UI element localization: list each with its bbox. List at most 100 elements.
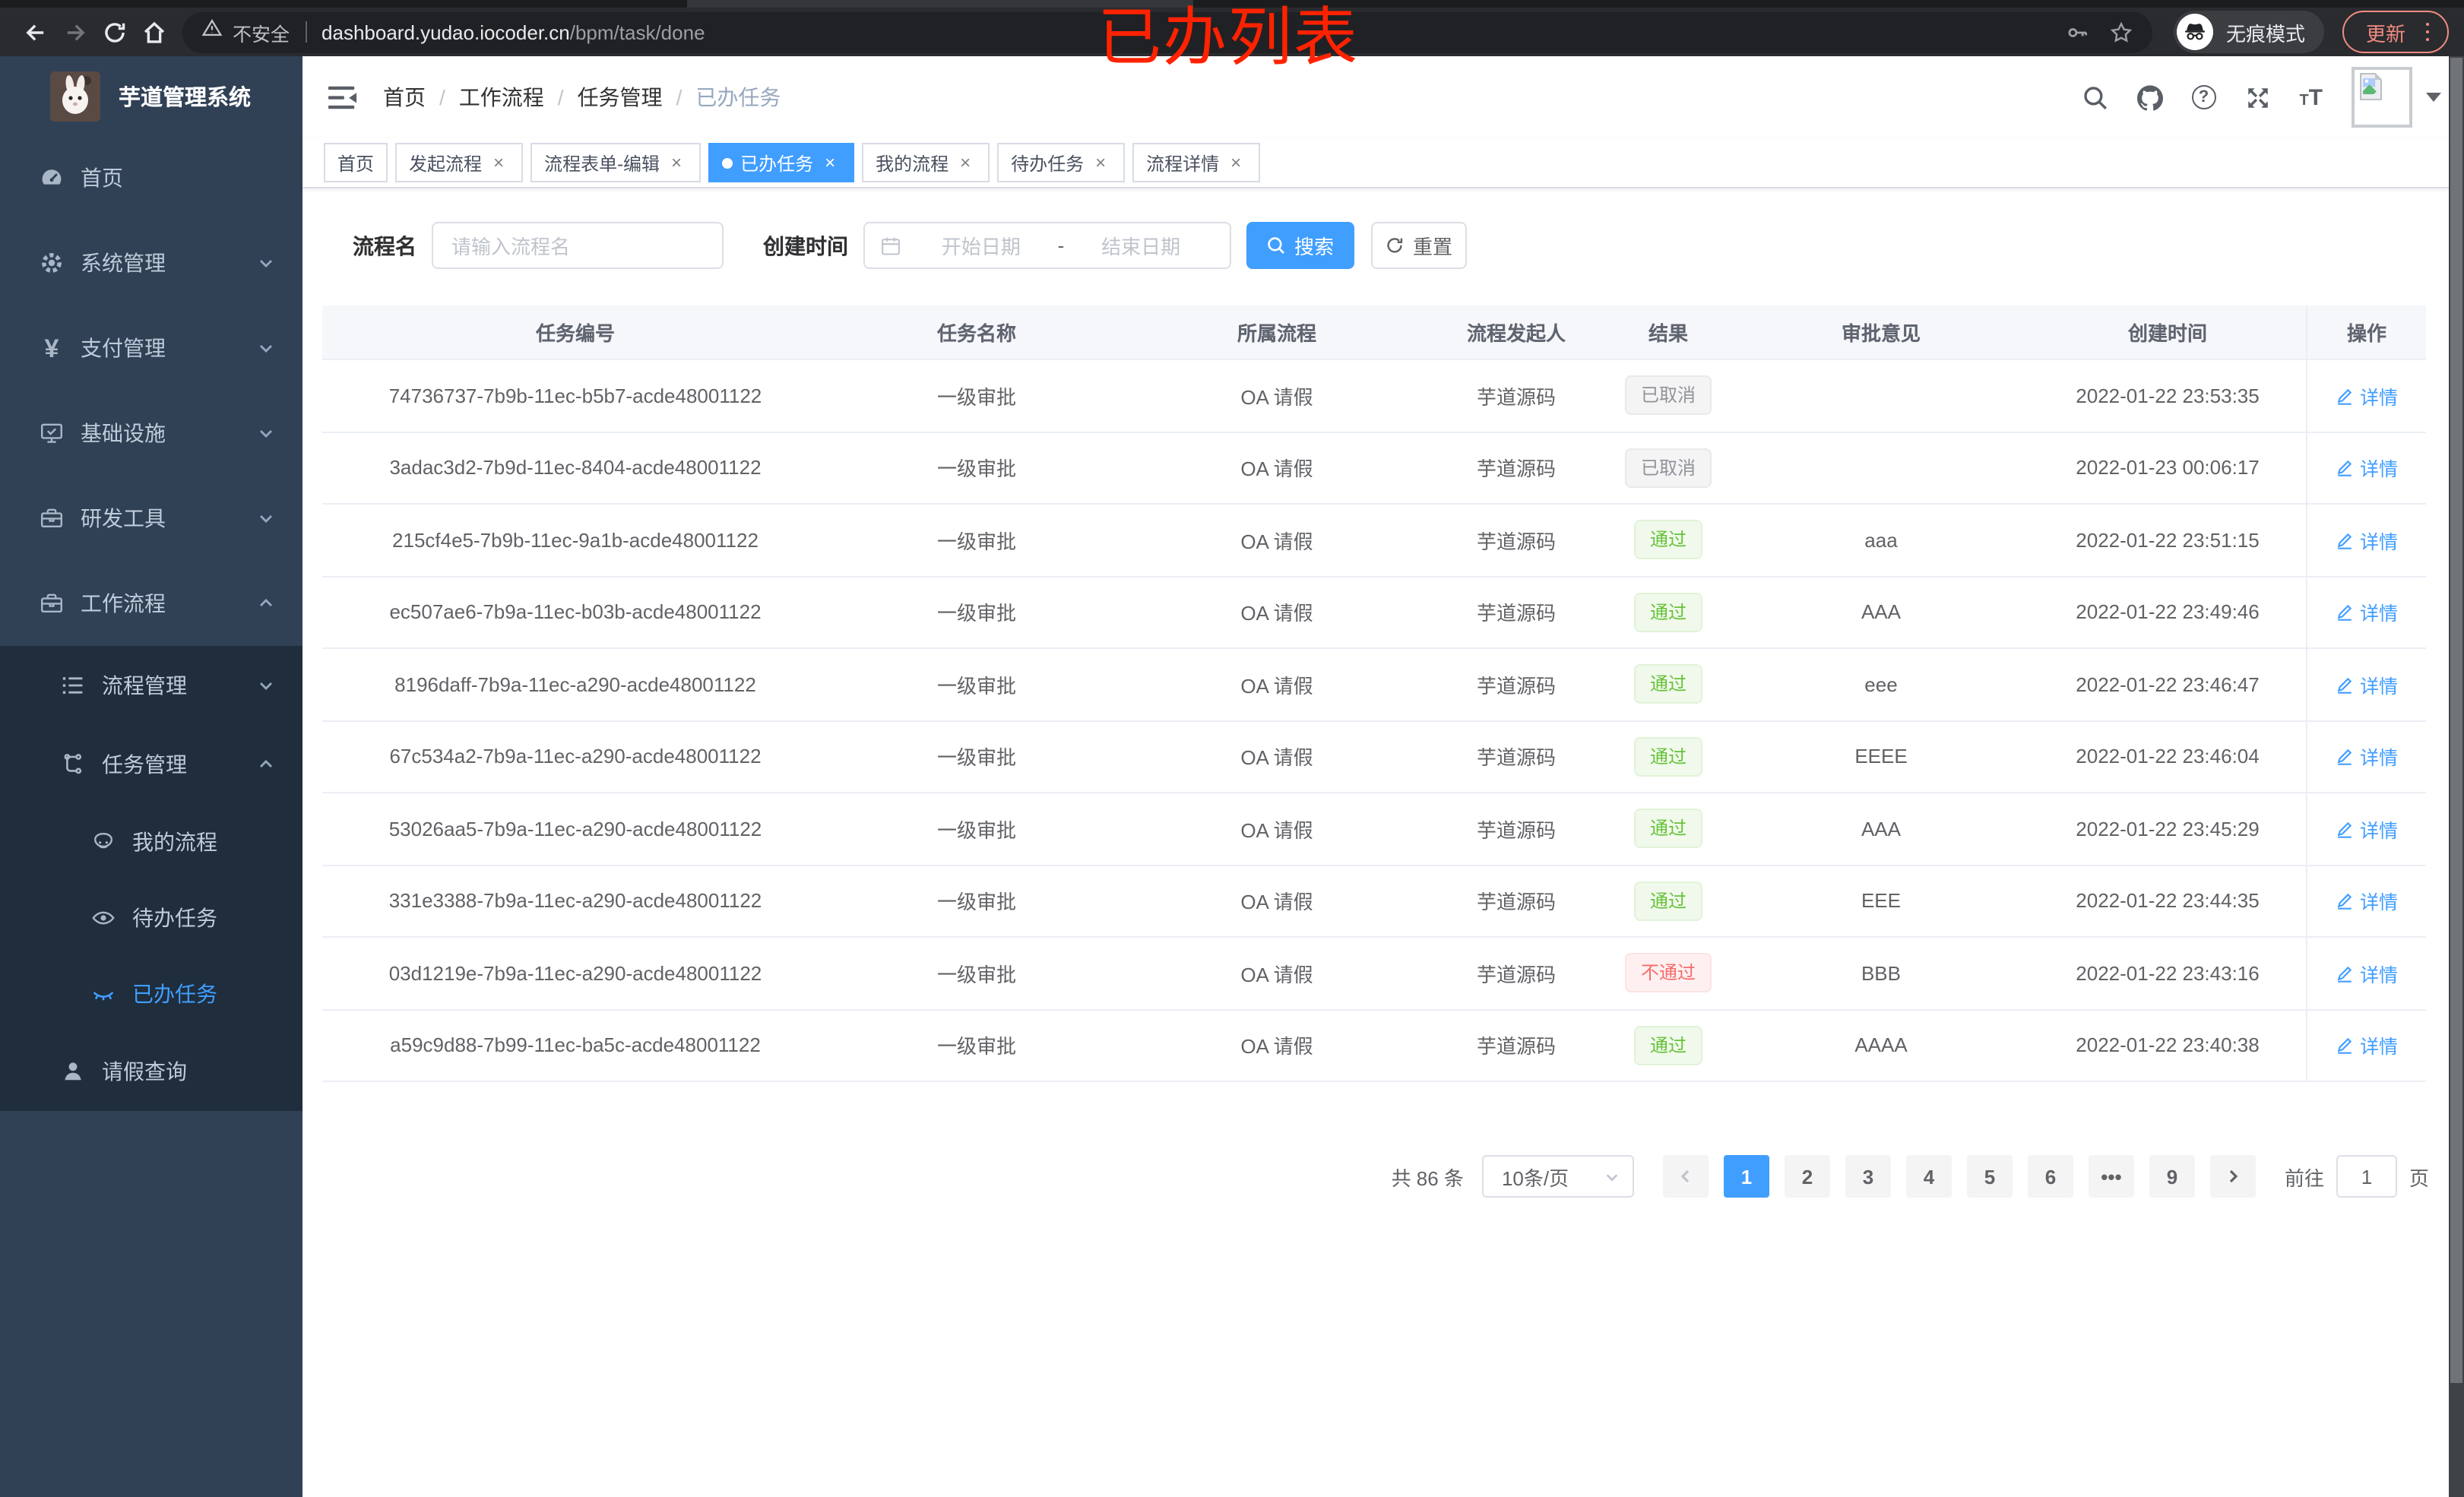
tab-流程详情[interactable]: 流程详情 × — [1132, 143, 1261, 182]
task-flow: OA 请假 — [1240, 674, 1313, 698]
sidebar-item-研发工具[interactable]: 研发工具 — [0, 476, 302, 561]
avatar-dropdown-icon[interactable] — [2426, 93, 2441, 102]
detail-link[interactable]: 详情 — [2336, 454, 2398, 483]
sidebar-item-系统管理[interactable]: 系统管理 — [0, 220, 302, 305]
sidebar-item-支付管理[interactable]: ¥ 支付管理 — [0, 305, 302, 391]
next-page-button[interactable] — [2209, 1155, 2256, 1198]
tab-label: 流程详情 — [1146, 153, 1220, 174]
detail-link[interactable]: 详情 — [2336, 598, 2398, 627]
sidebar-logo[interactable]: 芋道管理系统 — [0, 56, 302, 135]
sidebar-item-label: 流程管理 — [102, 673, 187, 698]
end-date-placeholder[interactable]: 结束日期 — [1067, 231, 1215, 260]
page-button-5[interactable]: 5 — [1966, 1155, 2013, 1198]
browser-forward-icon[interactable] — [55, 12, 94, 52]
detail-link[interactable]: 详情 — [2336, 670, 2398, 699]
sidebar-item-首页[interactable]: 首页 — [0, 135, 302, 220]
security-label[interactable]: 不安全 — [233, 17, 290, 46]
user-icon — [59, 1058, 87, 1085]
detail-link[interactable]: 详情 — [2336, 1031, 2398, 1060]
close-icon[interactable]: × — [819, 152, 841, 173]
breadcrumb-item[interactable]: 任务管理 — [578, 82, 663, 112]
reset-button[interactable]: 重置 — [1371, 222, 1467, 269]
detail-link[interactable]: 详情 — [2336, 959, 2398, 988]
sidebar-item-任务管理[interactable]: 任务管理 — [0, 725, 302, 804]
search-button[interactable]: 搜索 — [1246, 222, 1354, 269]
sidebar-item-基础设施[interactable]: 基础设施 — [0, 391, 302, 476]
task-name: 一级审批 — [936, 674, 1016, 698]
page-scrollbar-thumb[interactable] — [2450, 58, 2462, 1384]
font-size-icon[interactable]: TT — [2299, 86, 2323, 109]
help-icon[interactable]: ? — [2191, 85, 2216, 109]
page-button-4[interactable]: 4 — [1905, 1155, 1952, 1198]
close-icon[interactable]: × — [666, 152, 687, 173]
chevron-down-icon — [257, 424, 275, 442]
task-flow: OA 请假 — [1240, 746, 1313, 770]
close-icon[interactable]: × — [1225, 152, 1246, 173]
task-name: 一级审批 — [936, 1035, 1016, 1059]
task-name: 一级审批 — [936, 530, 1016, 553]
column-header-创建时间: 创建时间 — [2127, 322, 2207, 345]
task-name: 一级审批 — [936, 457, 1016, 481]
page-scrollbar[interactable] — [2449, 56, 2464, 1497]
goto-page-input[interactable]: 1 — [2336, 1155, 2397, 1198]
page-button-2[interactable]: 2 — [1784, 1155, 1830, 1198]
browser-refresh-icon[interactable] — [94, 12, 134, 52]
detail-link[interactable]: 详情 — [2336, 887, 2398, 916]
sidebar-item-请假查询[interactable]: 请假查询 — [0, 1032, 302, 1111]
navbar-actions: ? TT — [2053, 67, 2441, 128]
sidebar-item-工作流程[interactable]: 工作流程 — [0, 561, 302, 646]
page-size-select[interactable]: 10条/页 — [1481, 1155, 1634, 1198]
tab-已办任务[interactable]: 已办任务 × — [708, 143, 855, 182]
sidebar: 芋道管理系统 首页 系统管理 ¥ 支付管理 基础设施 研发工具 工作流程流程管理任务管理 我的… — [0, 56, 302, 1497]
tab-label: 流程表单-编辑 — [544, 153, 660, 174]
detail-link[interactable]: 详情 — [2336, 381, 2398, 410]
sidebar-item-待办任务[interactable]: 待办任务 — [0, 880, 302, 956]
chevron-down-icon — [257, 339, 275, 357]
sidebar-item-我的流程[interactable]: 我的流程 — [0, 804, 302, 880]
tab-首页[interactable]: 首页 — [324, 143, 388, 182]
avatar[interactable] — [2352, 67, 2412, 128]
close-icon[interactable]: × — [1090, 152, 1111, 173]
logo-rabbit-image — [50, 71, 100, 121]
page-button-1[interactable]: 1 — [1723, 1155, 1769, 1198]
close-icon[interactable]: × — [955, 152, 976, 173]
detail-link[interactable]: 详情 — [2336, 742, 2398, 771]
date-range-picker[interactable]: 开始日期 - 结束日期 — [863, 222, 1231, 269]
process-name-input[interactable]: 请输入流程名 — [432, 222, 724, 269]
github-icon[interactable] — [2136, 84, 2163, 110]
prev-page-button[interactable] — [1662, 1155, 1709, 1198]
breadcrumb-item[interactable]: 首页 — [383, 82, 426, 112]
breadcrumb-item[interactable]: 工作流程 — [459, 82, 544, 112]
eye-closed-icon — [90, 980, 117, 1008]
browser-menu-icon[interactable] — [2421, 22, 2434, 42]
page-button-3[interactable]: 3 — [1845, 1155, 1891, 1198]
sidebar-item-流程管理[interactable]: 流程管理 — [0, 646, 302, 725]
sidebar-toggle-icon[interactable] — [325, 81, 359, 114]
tab-流程表单-编辑[interactable]: 流程表单-编辑 × — [530, 143, 702, 182]
detail-link[interactable]: 详情 — [2336, 815, 2398, 843]
search-icon[interactable] — [2082, 84, 2108, 110]
sidebar-item-已办任务[interactable]: 已办任务 — [0, 956, 302, 1032]
page-button-9[interactable]: 9 — [2149, 1155, 2195, 1198]
browser-back-icon[interactable] — [15, 12, 55, 52]
task-name: 一级审批 — [936, 385, 1016, 409]
url-text[interactable]: dashboard.yudao.iocoder.cn/bpm/task/done — [321, 21, 705, 43]
start-date-placeholder[interactable]: 开始日期 — [907, 231, 1055, 260]
active-dot — [722, 157, 733, 168]
breadcrumb-separator: / — [557, 85, 564, 109]
address-bar[interactable]: 不安全 dashboard.yudao.iocoder.cn/bpm/task/… — [182, 11, 2153, 52]
tab-待办任务[interactable]: 待办任务 × — [997, 143, 1126, 182]
tab-发起流程[interactable]: 发起流程 × — [395, 143, 524, 182]
update-button[interactable]: 更新 — [2342, 11, 2449, 53]
page-button-6[interactable]: 6 — [2027, 1155, 2073, 1198]
password-key-icon[interactable] — [2067, 21, 2089, 43]
tab-我的流程[interactable]: 我的流程 × — [862, 143, 990, 182]
detail-link[interactable]: 详情 — [2336, 526, 2398, 555]
column-header-任务名称: 任务名称 — [936, 322, 1016, 345]
tab-label: 发起流程 — [409, 153, 483, 174]
bookmark-star-icon[interactable] — [2111, 21, 2133, 43]
browser-home-icon[interactable] — [134, 12, 173, 52]
page-ellipsis[interactable]: ••• — [2088, 1155, 2134, 1198]
fullscreen-icon[interactable] — [2244, 84, 2270, 110]
close-icon[interactable]: × — [488, 152, 509, 173]
